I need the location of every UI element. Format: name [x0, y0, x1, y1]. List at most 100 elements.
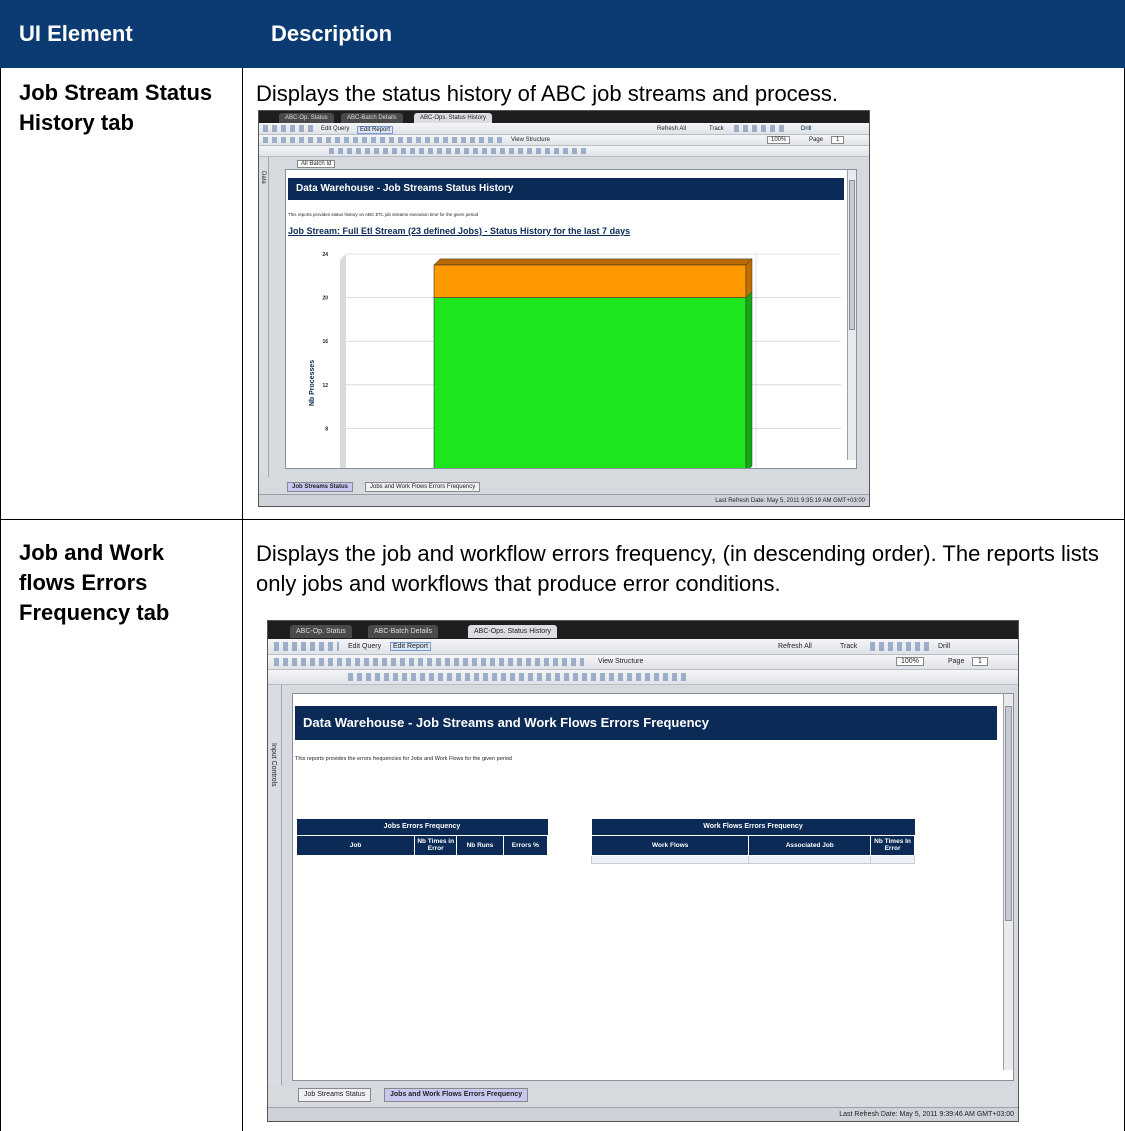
side-panel-label: Data	[260, 171, 266, 184]
bar-side-face	[745, 290, 753, 468]
bar-segment-green	[433, 297, 747, 468]
view-structure-button[interactable]: View Structure	[598, 658, 643, 665]
report-banner: Data Warehouse - Job Streams Status Hist…	[288, 178, 844, 200]
y-tick-label: 12	[322, 383, 328, 389]
status-bar: Last Refresh Date: May 5, 2011 9:39:46 A…	[268, 1107, 1018, 1121]
col-errors-pct: Errors %	[502, 834, 549, 856]
toolbar-icons-right[interactable]	[734, 125, 784, 132]
main-toolbar: Edit Query Edit Report Refresh All Track…	[268, 639, 1018, 655]
bar-segment-orange	[433, 264, 747, 298]
drill-button[interactable]: Drill	[938, 643, 950, 650]
col-nb-runs: Nb Runs	[456, 834, 504, 856]
screenshot-errors-frequency: ABC-Op. Status ABC-Batch Details ABC-Ops…	[267, 620, 1019, 1122]
side-panel-label: Input Controls	[270, 743, 277, 787]
y-tick-label: 24	[322, 252, 328, 258]
tab-abc-batch-details[interactable]: ABC-Batch Details	[368, 625, 438, 638]
report-content: Data Warehouse - Job Streams Status Hist…	[285, 169, 857, 469]
side-panel[interactable]: Input Controls	[268, 685, 282, 1085]
page-label: Page	[809, 137, 824, 143]
last-refresh-date: Last Refresh Date: May 5, 2011 9:35:19 A…	[715, 498, 865, 504]
side-panel[interactable]: Data	[259, 157, 269, 477]
row1-element-name: Job Stream Status History tab	[19, 80, 213, 135]
row2-element-name: Job and Work flows Errors Frequency tab	[19, 540, 170, 625]
scrollbar-thumb[interactable]	[849, 180, 855, 330]
format-toolbar: View Structure 100% Page 1	[259, 135, 869, 146]
empty-cell	[590, 854, 750, 864]
format-toolbar: View Structure 100% Page 1	[268, 655, 1018, 670]
header-description: Description	[271, 21, 393, 46]
report-content: Data Warehouse - Job Streams and Work Fl…	[292, 693, 1014, 1081]
report-subtitle: Job Stream: Full Etl Stream (23 defined …	[288, 226, 631, 236]
status-bar: Last Refresh Date: May 5, 2011 9:35:19 A…	[259, 494, 869, 506]
bar-side-face	[745, 258, 753, 299]
page-number-input[interactable]: 1	[972, 657, 988, 666]
empty-cell	[870, 854, 915, 864]
zoom-select[interactable]: 100%	[896, 657, 924, 666]
row1-description: Displays the status history of ABC job s…	[256, 81, 839, 106]
edit-report-button[interactable]: Edit Report	[357, 126, 394, 134]
jobs-table-title: Jobs Errors Frequency	[296, 819, 548, 835]
tab-abc-batch-details[interactable]: ABC-Batch Details	[341, 113, 403, 123]
y-tick-label: 16	[322, 339, 328, 345]
report-intro: This reports provides the errors frequen…	[295, 756, 512, 762]
status-history-chart: 8 12 16 20 24 Nb Processes	[309, 252, 841, 468]
text-toolbar	[268, 670, 1018, 685]
report-banner: Data Warehouse - Job Streams and Work Fl…	[295, 706, 997, 740]
last-refresh-date: Last Refresh Date: May 5, 2011 9:39:46 A…	[839, 1111, 1014, 1118]
tab-abc-ops-status-history[interactable]: ABC-Ops. Status History	[414, 113, 493, 123]
format-icons[interactable]	[274, 657, 584, 667]
empty-cell	[748, 854, 872, 864]
text-toolbar	[259, 146, 869, 157]
text-format-icons[interactable]	[329, 148, 589, 154]
tab-job-streams-status[interactable]: Job Streams Status	[298, 1088, 372, 1102]
y-tick-label: 8	[325, 426, 328, 432]
column-divider	[242, 68, 243, 1131]
page-label: Page	[948, 658, 965, 665]
track-button[interactable]: Track	[840, 643, 857, 650]
row2-description: Displays the job and workflow errors fre…	[256, 541, 1099, 596]
col-job: Job	[295, 834, 416, 856]
drill-button[interactable]: Drill	[799, 126, 814, 132]
document-tabbar: ABC-Op. Status ABC-Batch Details ABC-Ops…	[268, 621, 1018, 639]
col-nb-times-in-error: Nb Times In Error	[870, 834, 915, 856]
edit-query-button[interactable]: Edit Query	[348, 643, 381, 650]
screenshot-status-history: ABC-Op. Status ABC-Batch Details ABC-Ops…	[258, 110, 870, 507]
y-tick-label: 20	[322, 296, 328, 302]
bar-top-face	[433, 258, 753, 266]
scrollbar-thumb[interactable]	[1005, 706, 1012, 921]
zoom-select[interactable]: 100%	[767, 136, 791, 144]
table-header: UI Element Description	[0, 0, 1125, 68]
report-tabs: Job Streams Status Jobs and Work Flows E…	[268, 1087, 1018, 1103]
view-structure-button[interactable]: View Structure	[511, 137, 550, 143]
tab-abc-ops-status-history[interactable]: ABC-Ops. Status History	[468, 625, 558, 638]
row-divider	[0, 519, 1125, 520]
toolbar-icons[interactable]	[263, 125, 313, 132]
refresh-all-button[interactable]: Refresh All	[778, 643, 812, 650]
tab-abc-op-status[interactable]: ABC-Op. Status	[279, 113, 334, 123]
vertical-scrollbar[interactable]	[1003, 694, 1013, 1070]
batch-id-filter[interactable]: All Batch Id	[297, 160, 336, 168]
report-tabs: Job Streams Status Jobs and Work Flows E…	[259, 481, 869, 493]
tab-abc-op-status[interactable]: ABC-Op. Status	[290, 625, 352, 638]
tab-errors-frequency[interactable]: Jobs and Work Flows Errors Frequency	[365, 482, 481, 492]
header-ui-element: UI Element	[19, 21, 133, 46]
col-associated-job: Associated Job	[748, 834, 872, 856]
toolbar-icons[interactable]	[274, 642, 339, 651]
page-number-input[interactable]: 1	[831, 136, 845, 144]
y-axis-label: Nb Processes	[309, 360, 316, 406]
workflows-errors-table: Work Flows Errors Frequency Work Flows A…	[590, 819, 915, 864]
format-icons[interactable]	[263, 137, 503, 143]
workflows-table-title: Work Flows Errors Frequency	[591, 819, 915, 835]
refresh-all-button[interactable]: Refresh All	[657, 126, 686, 132]
tab-job-streams-status[interactable]: Job Streams Status	[287, 482, 354, 492]
jobs-errors-table: Jobs Errors Frequency Job Nb Times in Er…	[295, 819, 549, 856]
track-button[interactable]: Track	[709, 126, 724, 132]
report-intro: This reports provides status history on …	[288, 212, 479, 217]
vertical-scrollbar[interactable]	[847, 170, 856, 460]
tab-errors-frequency[interactable]: Jobs and Work Flows Errors Frequency	[384, 1088, 529, 1102]
col-nb-times-in-error: Nb Times in Error	[414, 834, 458, 856]
toolbar-icons-right[interactable]	[870, 642, 930, 651]
edit-report-button[interactable]: Edit Report	[390, 642, 432, 651]
text-format-icons[interactable]	[348, 672, 688, 682]
edit-query-button[interactable]: Edit Query	[321, 126, 349, 132]
